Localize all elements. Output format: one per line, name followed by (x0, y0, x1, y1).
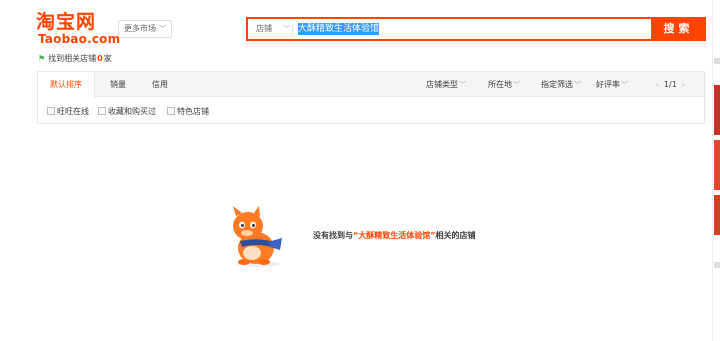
filter-shop-type-label: 店铺类型 (426, 80, 458, 89)
prev-page-icon[interactable]: ‹ (656, 80, 659, 89)
chevron-down-icon: ﹀ (459, 81, 466, 89)
checkbox-label: 旺旺在线 (57, 107, 89, 116)
chevron-down-icon: ﹀ (574, 81, 581, 89)
tab-default-sort[interactable]: 默认排序 (38, 72, 95, 98)
empty-message-keyword: “大酥精致生活体验馆” (353, 231, 436, 240)
taobao-mascot-icon (233, 206, 282, 267)
next-page-icon[interactable]: › (682, 80, 685, 89)
result-count-prefix: 找到相关店铺 (48, 54, 97, 63)
sort-bar: 默认排序 销量 信用 店铺类型﹀ 所在地﹀ 指定筛选﹀ 好评率﹀ ‹ 1/1 › (38, 72, 704, 98)
logo-english-text: Taobao.com (38, 32, 121, 46)
sidebar-fragment (714, 85, 720, 135)
flag-icon: ⚑ (38, 54, 46, 63)
chevron-down-icon: ﹀ (159, 25, 166, 33)
result-count: 0 (97, 54, 103, 63)
search-divider (292, 24, 293, 35)
checkbox-box[interactable] (167, 107, 175, 115)
result-count-suffix: 家 (103, 54, 112, 63)
search-type-label: 店铺 (256, 24, 272, 33)
search-box: 店铺 ﹀ 大酥精致生活体验馆 搜索 (246, 17, 706, 41)
search-input[interactable]: 大酥精致生活体验馆 (298, 19, 648, 39)
right-sidebar-edge (712, 0, 720, 341)
pager: ‹ 1/1 › (651, 72, 690, 97)
taobao-logo[interactable]: 淘宝网 Taobao.com (36, 11, 120, 46)
filter-shop-type[interactable]: 店铺类型﹀ (426, 72, 466, 97)
checkbox-wangwang-online[interactable]: 旺旺在线 (47, 105, 89, 119)
sidebar-fragment (714, 58, 720, 64)
sidebar-fragment (714, 140, 720, 190)
empty-state-message: 没有找到与“大酥精致生活体验馆”相关的店铺 (313, 230, 476, 241)
filter-specified-label: 指定筛选 (541, 80, 573, 89)
checkbox-box[interactable] (47, 107, 55, 115)
checkbox-featured-shop[interactable]: 特色店铺 (167, 105, 209, 119)
page-indicator: 1/1 (663, 80, 677, 89)
search-type-dropdown[interactable]: 店铺 ﹀ (248, 19, 294, 39)
checkbox-label: 收藏和购买过 (108, 107, 156, 116)
chevron-down-icon: ﹀ (283, 25, 290, 33)
filter-rating[interactable]: 好评率﹀ (596, 72, 628, 97)
filter-location[interactable]: 所在地﹀ (488, 72, 520, 97)
filter-location-label: 所在地 (488, 80, 512, 89)
sidebar-fragment (714, 262, 720, 268)
chevron-down-icon: ﹀ (621, 81, 628, 89)
chevron-down-icon: ﹀ (513, 81, 520, 89)
filter-panel: 默认排序 销量 信用 店铺类型﹀ 所在地﹀ 指定筛选﹀ 好评率﹀ ‹ 1/1 › 旺… (37, 71, 705, 124)
search-query-text: 大酥精致生活体验馆 (298, 23, 380, 35)
tab-credit[interactable]: 信用 (152, 72, 168, 97)
filter-specified[interactable]: 指定筛选﹀ (541, 72, 581, 97)
checkbox-label: 特色店铺 (177, 107, 209, 116)
more-markets-label: 更多市场 (124, 24, 156, 33)
checkbox-favorited-purchased[interactable]: 收藏和购买过 (98, 105, 156, 119)
search-button[interactable]: 搜索 (651, 17, 706, 41)
empty-message-after: 相关的店铺 (435, 231, 476, 240)
sidebar-fragment (714, 195, 720, 235)
more-markets-button[interactable]: 更多市场 ﹀ (118, 20, 172, 38)
filter-rating-label: 好评率 (596, 80, 620, 89)
tab-sales[interactable]: 销量 (110, 72, 126, 97)
checkbox-box[interactable] (98, 107, 106, 115)
result-count-line: ⚑ 找到相关店铺0家 (38, 53, 112, 64)
logo-chinese-text: 淘宝网 (36, 11, 97, 33)
empty-message-before: 没有找到与 (313, 231, 353, 240)
